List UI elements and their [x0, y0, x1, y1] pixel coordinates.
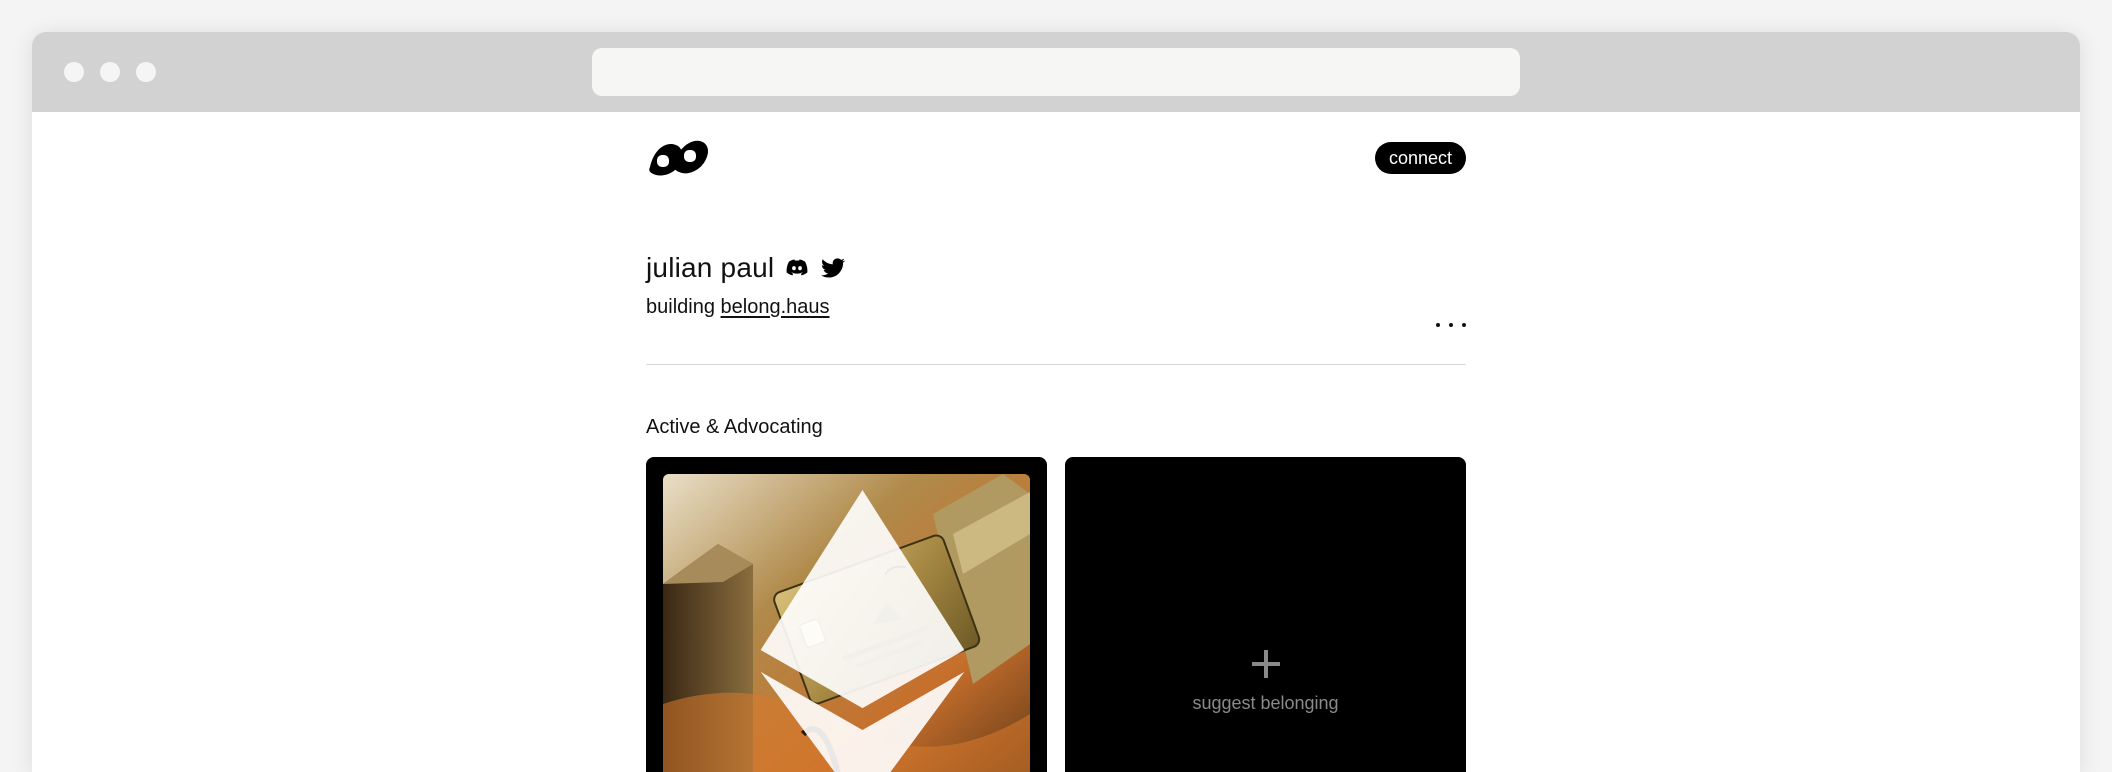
connect-button[interactable]: connect: [1374, 142, 1466, 174]
more-dots-icon[interactable]: [1436, 318, 1466, 332]
profile-page: connect julian paul building belong.haus: [646, 112, 1466, 772]
profile-name: julian paul: [646, 252, 775, 283]
ethereum-icon: [760, 490, 965, 772]
more-dot: [1449, 323, 1453, 327]
browser-window: connect julian paul building belong.haus: [32, 32, 2080, 772]
twitter-icon[interactable]: [820, 255, 846, 281]
gold-card-photo: [663, 474, 1030, 772]
browser-chrome: [32, 32, 2080, 112]
bio-text: building: [646, 296, 715, 318]
more-dot: [1436, 323, 1440, 327]
divider: [646, 364, 1466, 365]
bio-link[interactable]: belong.haus: [721, 296, 830, 318]
window-minimize-button[interactable]: [100, 62, 120, 82]
section-title: Active & Advocating: [646, 416, 823, 438]
profile-header: julian paul: [646, 248, 846, 288]
suggest-belonging-card[interactable]: suggest belonging: [1065, 457, 1466, 772]
profile-bio: building belong.haus: [646, 294, 830, 320]
plus-icon: [1251, 650, 1280, 678]
address-bar[interactable]: [592, 48, 1520, 96]
belonging-card[interactable]: [646, 457, 1047, 772]
window-maximize-button[interactable]: [136, 62, 156, 82]
window-close-button[interactable]: [64, 62, 84, 82]
discord-icon[interactable]: [784, 255, 810, 281]
belong-logo-icon[interactable]: [646, 137, 710, 177]
suggest-belonging-label: suggest belonging: [1192, 693, 1339, 713]
more-dot: [1462, 323, 1466, 327]
